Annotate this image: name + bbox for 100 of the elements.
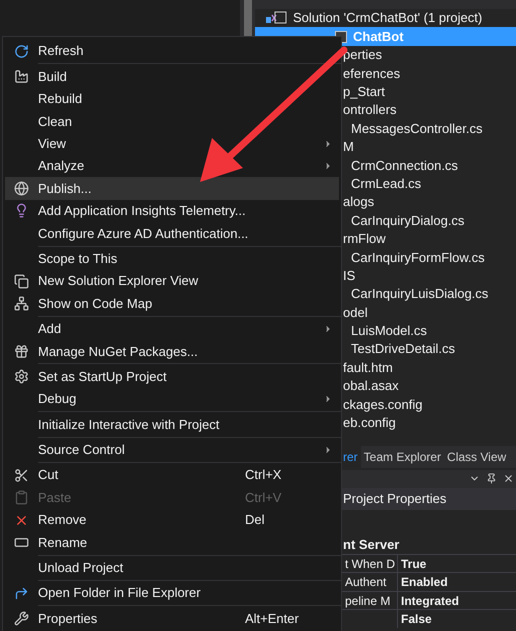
tree-item-label: CarInquiryDialog.cs — [351, 212, 464, 230]
menu-item[interactable]: Analyze — [5, 154, 339, 178]
menu-item[interactable]: Initialize Interactive with Project — [5, 413, 339, 436]
menu-item[interactable]: Show on Code Map — [5, 292, 339, 315]
menu-item[interactable]: Remove Del — [5, 508, 339, 532]
property-name: t When D — [345, 556, 396, 571]
tree-item-label: alogs — [343, 193, 374, 212]
tree-item-label: eb.config — [343, 414, 396, 432]
menu-item[interactable]: Configure Azure AD Authentication... — [5, 222, 339, 245]
lightbulb-icon — [14, 203, 29, 218]
menu-item[interactable]: Properties Alt+Enter — [5, 607, 339, 630]
windows-icon — [14, 274, 29, 289]
menu-item[interactable]: Build — [5, 65, 339, 88]
scissors-icon — [14, 468, 29, 483]
tree-item-label: CrmConnection.cs — [351, 156, 458, 175]
panel-tab[interactable]: Class View — [444, 446, 510, 468]
factory-icon — [14, 69, 29, 84]
menu-item-label: Open Folder in File Explorer — [38, 584, 202, 602]
menu-item[interactable]: Set as StartUp Project — [5, 365, 339, 388]
menu-item-label: Source Control — [38, 441, 126, 460]
menu-item-label: Clean — [38, 112, 73, 131]
menu-item-label: Scope to This — [38, 250, 118, 268]
shortcut-label: Alt+Enter — [245, 610, 300, 628]
menu-item-label: Rename — [38, 534, 88, 552]
menu-item[interactable]: New Solution Explorer View — [5, 270, 339, 292]
panel-tab[interactable]: Team Explorer — [360, 446, 444, 468]
gear-icon — [14, 369, 29, 384]
pin-icon[interactable] — [486, 473, 497, 484]
menu-item[interactable]: Debug — [5, 388, 339, 410]
property-value: Enabled — [397, 573, 448, 591]
menu-item[interactable]: Open Folder in File Explorer — [5, 582, 339, 604]
shortcut-label: Del — [245, 511, 266, 530]
tree-item-label: odel — [343, 304, 368, 322]
menu-item[interactable]: Publish... — [5, 177, 339, 200]
tree-item-label: CarInquiryLuisDialog.cs — [351, 285, 488, 304]
menu-item-label: Cut — [38, 466, 60, 484]
menu-item-label: Show on Code Map — [38, 294, 154, 313]
menu-item-label: Set as StartUp Project — [38, 368, 168, 386]
globe-icon — [14, 181, 29, 196]
tree-item-label: perties — [343, 46, 382, 64]
menu-item-label: Paste — [38, 488, 72, 507]
menu-item[interactable]: Add Application Insights Telemetry... — [5, 200, 339, 222]
menu-item-label: Configure Azure AD Authentication... — [38, 224, 250, 243]
menu-item[interactable]: Clean — [5, 110, 339, 133]
menu-item-label: Unload Project — [38, 559, 124, 578]
tree-item-label: rmFlow — [343, 230, 386, 248]
menu-item[interactable]: Manage NuGet Packages... — [5, 340, 339, 362]
tree-item-label: TestDriveDetail.cs — [351, 340, 456, 358]
menu-item-label: Build — [38, 68, 68, 86]
menu-item[interactable]: View — [5, 132, 339, 155]
menu-item[interactable]: Unload Project — [5, 556, 339, 579]
code-map-icon — [14, 296, 29, 311]
tree-item-label: obal.asax — [343, 377, 399, 396]
menu-item-label: Debug — [38, 390, 78, 408]
property-value: False — [397, 610, 432, 628]
tree-item-label: MessagesController.cs — [351, 120, 482, 138]
menu-item[interactable]: Scope to This — [5, 248, 339, 270]
solution-icon — [265, 11, 287, 26]
tree-item-label: IS — [343, 266, 356, 285]
wrench-icon — [14, 611, 29, 626]
menu-item-label: Manage NuGet Packages... — [38, 342, 199, 361]
tree-item-label: ChatBot — [353, 28, 404, 46]
redo-arrow-icon — [14, 586, 29, 601]
menu-item-label: Properties — [38, 610, 98, 628]
property-value: Integrated — [397, 592, 460, 610]
menu-item-label: Refresh — [38, 42, 85, 60]
tree-item-label: fault.htm — [343, 358, 393, 377]
property-name: Authent — [345, 575, 386, 590]
menu-item-label: Rebuild — [38, 90, 84, 108]
property-name: peline M — [345, 594, 390, 608]
clipboard-icon — [14, 490, 29, 506]
menu-item[interactable]: Source Control — [5, 438, 339, 462]
tree-item[interactable]: Solution 'CrmChatBot' (1 project) — [255, 9, 516, 28]
tree-item-label: p_Start — [343, 83, 385, 102]
tree-item-label: CrmLead.cs — [351, 174, 422, 193]
property-value: True — [397, 554, 426, 572]
menu-item-label: New Solution Explorer View — [38, 272, 200, 290]
menu-item[interactable]: Add — [5, 318, 339, 340]
close-icon[interactable] — [503, 473, 514, 484]
tree-item-label: ontrollers — [343, 101, 396, 120]
shortcut-label: Ctrl+X — [245, 466, 282, 484]
menu-item-label: Analyze — [38, 157, 86, 176]
tree-item-label: ckages.config — [343, 396, 422, 414]
tree-item-label: CarInquiryFormFlow.cs — [351, 248, 485, 267]
tree-item-label: M — [343, 138, 354, 156]
menu-item[interactable]: Cut Ctrl+X — [5, 464, 339, 486]
menu-item-label: Publish... — [38, 180, 92, 198]
menu-item-label: Add — [38, 320, 62, 338]
menu-item[interactable]: Rename — [5, 531, 339, 554]
refresh-icon — [14, 44, 29, 59]
category-label: nt Server — [342, 536, 400, 554]
menu-item-label: Initialize Interactive with Project — [38, 416, 220, 434]
tree-item-label: eferences — [343, 64, 400, 83]
menu-item[interactable]: Rebuild — [5, 88, 339, 110]
menu-item-label: View — [38, 135, 67, 153]
tree-item-label: LuisModel.cs — [351, 322, 427, 340]
menu-item-label: Add Application Insights Telemetry... — [38, 202, 247, 220]
menu-item-label: Remove — [38, 511, 88, 530]
package-icon — [14, 344, 29, 359]
tree-item-label: Solution 'CrmChatBot' (1 project) — [293, 9, 482, 28]
